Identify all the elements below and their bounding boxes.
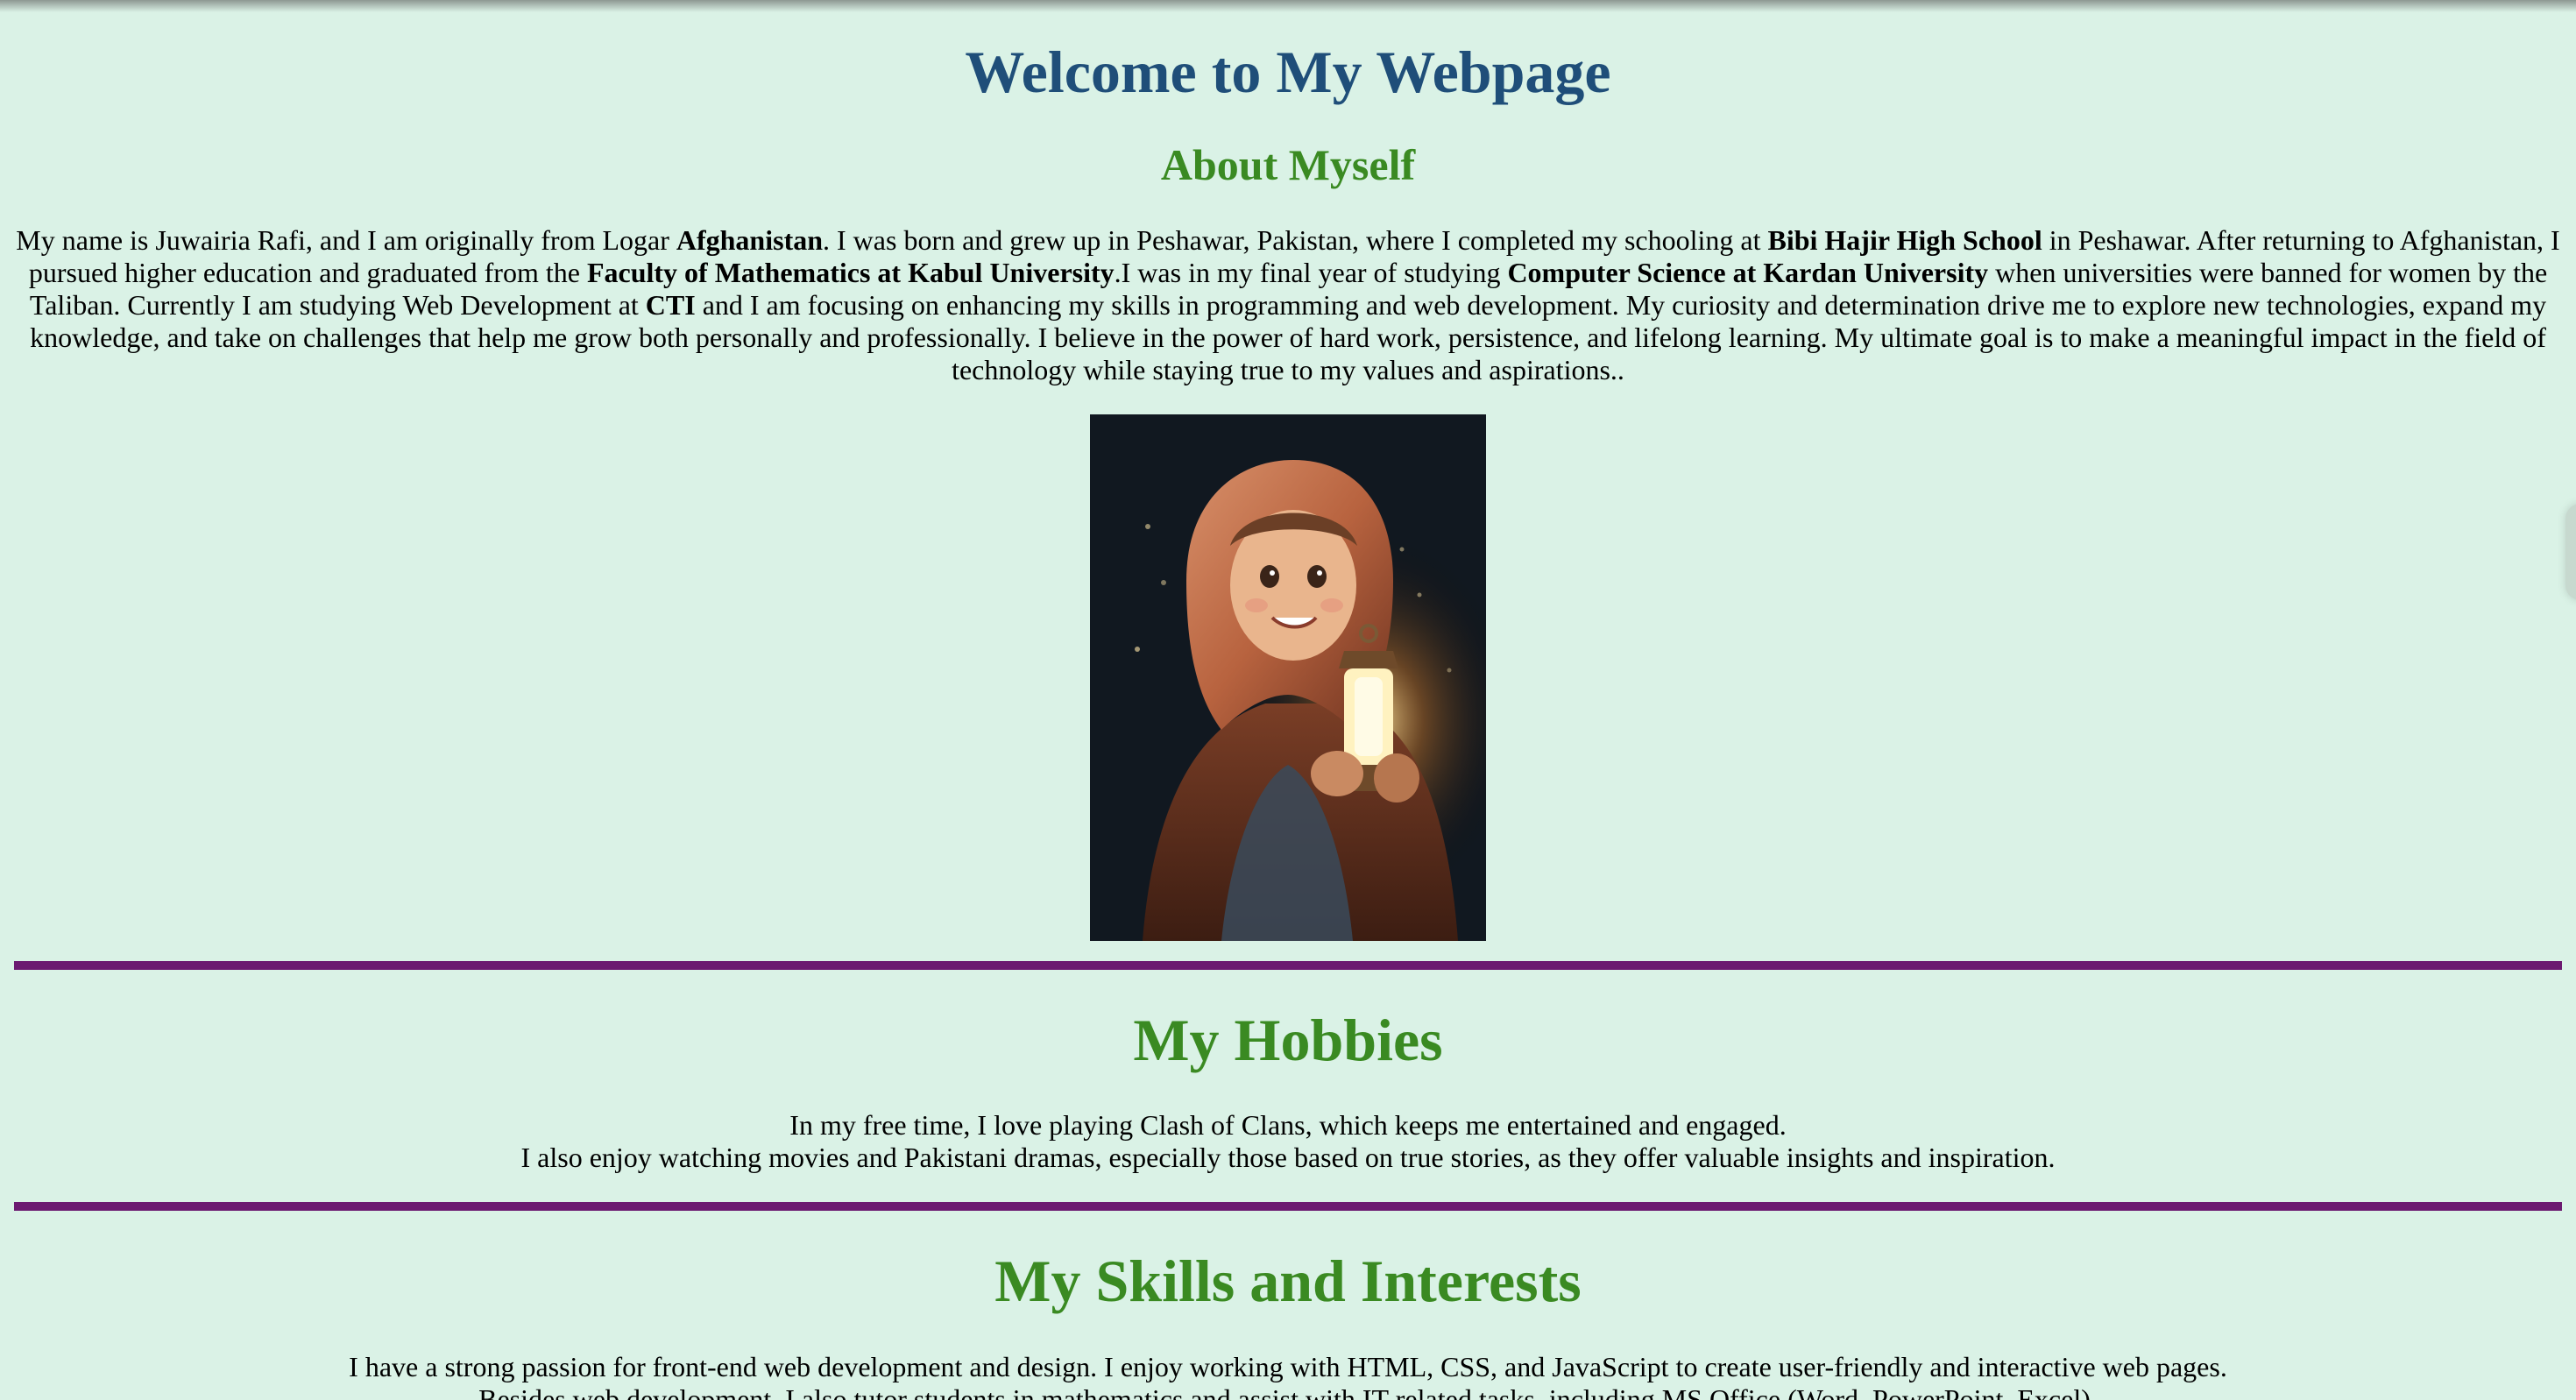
about-text-segment: .I was in my final year of studying	[1114, 257, 1508, 288]
skills-line-1: I have a strong passion for front-end we…	[349, 1351, 2227, 1382]
page-title: Welcome to My Webpage	[965, 39, 1611, 105]
hobbies-line-1: In my free time, I love playing Clash of…	[789, 1109, 1787, 1141]
about-heading: About Myself	[1160, 140, 1416, 189]
side-panel-handle[interactable]	[2565, 504, 2576, 600]
about-highlight: Computer Science at Kardan University	[1507, 257, 1989, 288]
about-text-segment: . I was born and grew up in Peshawar, Pa…	[823, 224, 1768, 256]
skills-heading: My Skills and Interests	[994, 1248, 1582, 1314]
skills-line-2: Besides web development, I also tutor st…	[478, 1383, 2098, 1400]
about-highlight: Bibi Hajir High School	[1767, 224, 2042, 256]
hobbies-line-2: I also enjoy watching movies and Pakista…	[520, 1142, 2056, 1173]
about-text-segment: My name is Juwairia Rafi, and I am origi…	[16, 224, 676, 256]
about-highlight: Faculty of Mathematics at Kabul Universi…	[586, 257, 1115, 288]
profile-illustration	[1090, 414, 1486, 941]
about-highlight: CTI	[645, 289, 696, 321]
section-divider	[14, 1202, 2562, 1211]
about-highlight: Afghanistan	[676, 224, 824, 256]
hobbies-heading: My Hobbies	[1133, 1007, 1443, 1073]
browser-top-shadow	[0, 0, 2576, 12]
section-divider	[14, 961, 2562, 970]
about-paragraph: My name is Juwairia Rafi, and I am origi…	[14, 224, 2562, 386]
